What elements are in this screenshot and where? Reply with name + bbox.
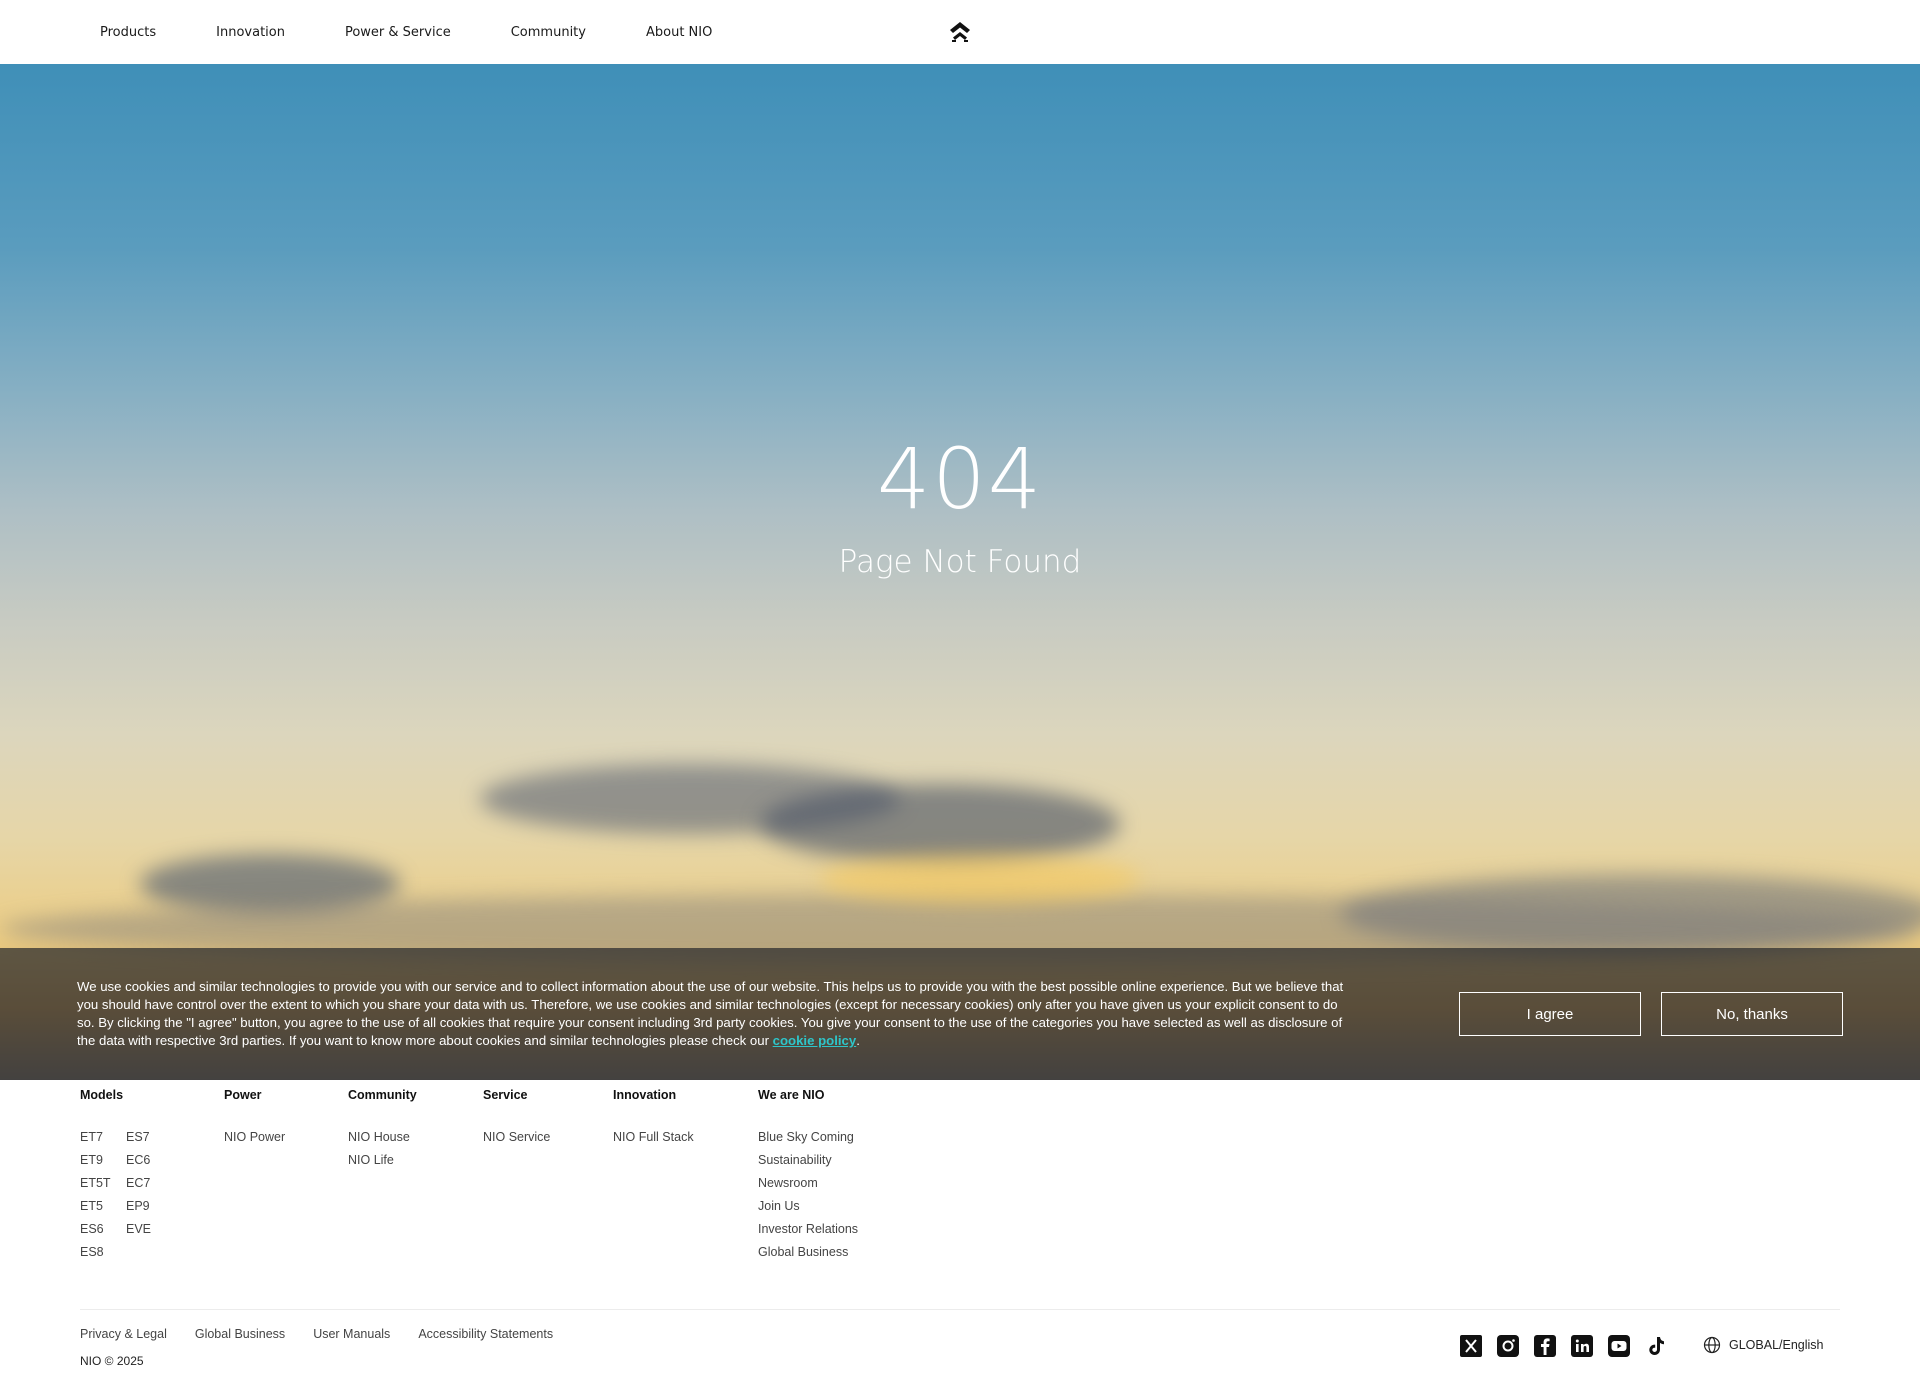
cloud <box>820 854 1140 904</box>
decline-button[interactable]: No, thanks <box>1661 992 1843 1036</box>
footer-link-nio-house[interactable]: NIO House <box>348 1128 417 1151</box>
footer-link-et7[interactable]: ET7 <box>80 1128 126 1151</box>
top-header: Products Innovation Power & Service Comm… <box>0 0 1920 64</box>
main-nav: Products Innovation Power & Service Comm… <box>80 25 752 40</box>
footer-col-community: Community NIO House NIO Life <box>348 1088 417 1174</box>
footer-col-title: Power <box>224 1088 262 1102</box>
footer-link-es6[interactable]: ES6 <box>80 1220 126 1243</box>
footer-link-global-business[interactable]: Global Business <box>758 1243 858 1266</box>
x-icon[interactable] <box>1460 1335 1482 1357</box>
footer-link-sustainability[interactable]: Sustainability <box>758 1151 858 1174</box>
footer-link-es8[interactable]: ES8 <box>80 1243 126 1266</box>
legal-links: Privacy & Legal Global Business User Man… <box>80 1327 581 1341</box>
community-list: NIO House NIO Life <box>348 1128 417 1174</box>
youtube-icon[interactable] <box>1608 1335 1630 1357</box>
footer-link-nio-full-stack[interactable]: NIO Full Stack <box>613 1128 694 1151</box>
footer-col-innovation: Innovation NIO Full Stack <box>613 1088 694 1151</box>
footer-link-eve[interactable]: EVE <box>126 1220 172 1243</box>
models-list: ET7 ES7 ET9 EC6 ET5T EC7 ET5 EP9 ES6 EVE… <box>80 1128 172 1266</box>
cookie-text-period: . <box>856 1033 860 1048</box>
cookie-banner: We use cookies and similar technologies … <box>0 948 1920 1080</box>
footer-col-title: Models <box>80 1088 124 1102</box>
power-list: NIO Power <box>224 1128 285 1151</box>
footer-col-title: Community <box>348 1088 417 1102</box>
global-business-link[interactable]: Global Business <box>195 1327 285 1341</box>
footer-link-et5t[interactable]: ET5T <box>80 1174 126 1197</box>
facebook-icon[interactable] <box>1534 1335 1556 1357</box>
footer-link-blue-sky-coming[interactable]: Blue Sky Coming <box>758 1128 858 1151</box>
footer-link-nio-life[interactable]: NIO Life <box>348 1151 417 1174</box>
footer-link-et9[interactable]: ET9 <box>80 1151 126 1174</box>
nio-logo-icon[interactable] <box>948 20 972 44</box>
instagram-icon[interactable] <box>1497 1335 1519 1357</box>
nav-power-service[interactable]: Power & Service <box>325 25 451 40</box>
privacy-legal-link[interactable]: Privacy & Legal <box>80 1327 167 1341</box>
footer-link-investor-relations[interactable]: Investor Relations <box>758 1220 858 1243</box>
linkedin-icon[interactable] <box>1571 1335 1593 1357</box>
footer-col-title: Service <box>483 1088 528 1102</box>
footer-link-ep9[interactable]: EP9 <box>126 1197 172 1220</box>
social-links <box>1460 1335 1682 1357</box>
innovation-list: NIO Full Stack <box>613 1128 694 1151</box>
footer-link-nio-service[interactable]: NIO Service <box>483 1128 550 1151</box>
globe-icon <box>1703 1336 1721 1354</box>
error-message: Page Not Found <box>838 544 1082 580</box>
footer-col-service: Service NIO Service <box>483 1088 550 1151</box>
nav-products[interactable]: Products <box>80 25 156 40</box>
nav-community[interactable]: Community <box>491 25 586 40</box>
nav-about-nio[interactable]: About NIO <box>626 25 712 40</box>
accessibility-statements-link[interactable]: Accessibility Statements <box>418 1327 553 1341</box>
footer-link-newsroom[interactable]: Newsroom <box>758 1174 858 1197</box>
user-manuals-link[interactable]: User Manuals <box>313 1327 390 1341</box>
tiktok-icon[interactable] <box>1645 1335 1667 1357</box>
footer: Models ET7 ES7 ET9 EC6 ET5T EC7 ET5 EP9 … <box>0 1080 1920 1389</box>
language-selector[interactable]: GLOBAL/English <box>1703 1336 1824 1354</box>
footer-col-power: Power NIO Power <box>224 1088 285 1151</box>
nav-innovation[interactable]: Innovation <box>196 25 285 40</box>
cookie-text: We use cookies and similar technologies … <box>77 978 1357 1050</box>
footer-link-et5[interactable]: ET5 <box>80 1197 126 1220</box>
footer-divider <box>80 1309 1840 1310</box>
footer-link-nio-power[interactable]: NIO Power <box>224 1128 285 1151</box>
footer-link-es7[interactable]: ES7 <box>126 1128 172 1151</box>
cookie-text-body: We use cookies and similar technologies … <box>77 979 1344 1048</box>
error-code: 404 <box>876 430 1044 528</box>
footer-col-models: Models ET7 ES7 ET9 EC6 ET5T EC7 ET5 EP9 … <box>80 1088 172 1266</box>
footer-link-join-us[interactable]: Join Us <box>758 1197 858 1220</box>
footer-link-ec6[interactable]: EC6 <box>126 1151 172 1174</box>
service-list: NIO Service <box>483 1128 550 1151</box>
footer-col-we-are-nio: We are NIO Blue Sky Coming Sustainabilit… <box>758 1088 858 1266</box>
footer-col-title: We are NIO <box>758 1088 825 1102</box>
we-are-nio-list: Blue Sky Coming Sustainability Newsroom … <box>758 1128 858 1266</box>
cloud <box>760 784 1120 864</box>
hero-sky-background: 404 Page Not Found <box>0 64 1920 1080</box>
footer-link-ec7[interactable]: EC7 <box>126 1174 172 1197</box>
copyright: NIO © 2025 <box>80 1354 144 1368</box>
footer-col-title: Innovation <box>613 1088 677 1102</box>
cookie-policy-link[interactable]: cookie policy <box>773 1033 857 1048</box>
language-label: GLOBAL/English <box>1729 1338 1824 1352</box>
agree-button[interactable]: I agree <box>1459 992 1641 1036</box>
